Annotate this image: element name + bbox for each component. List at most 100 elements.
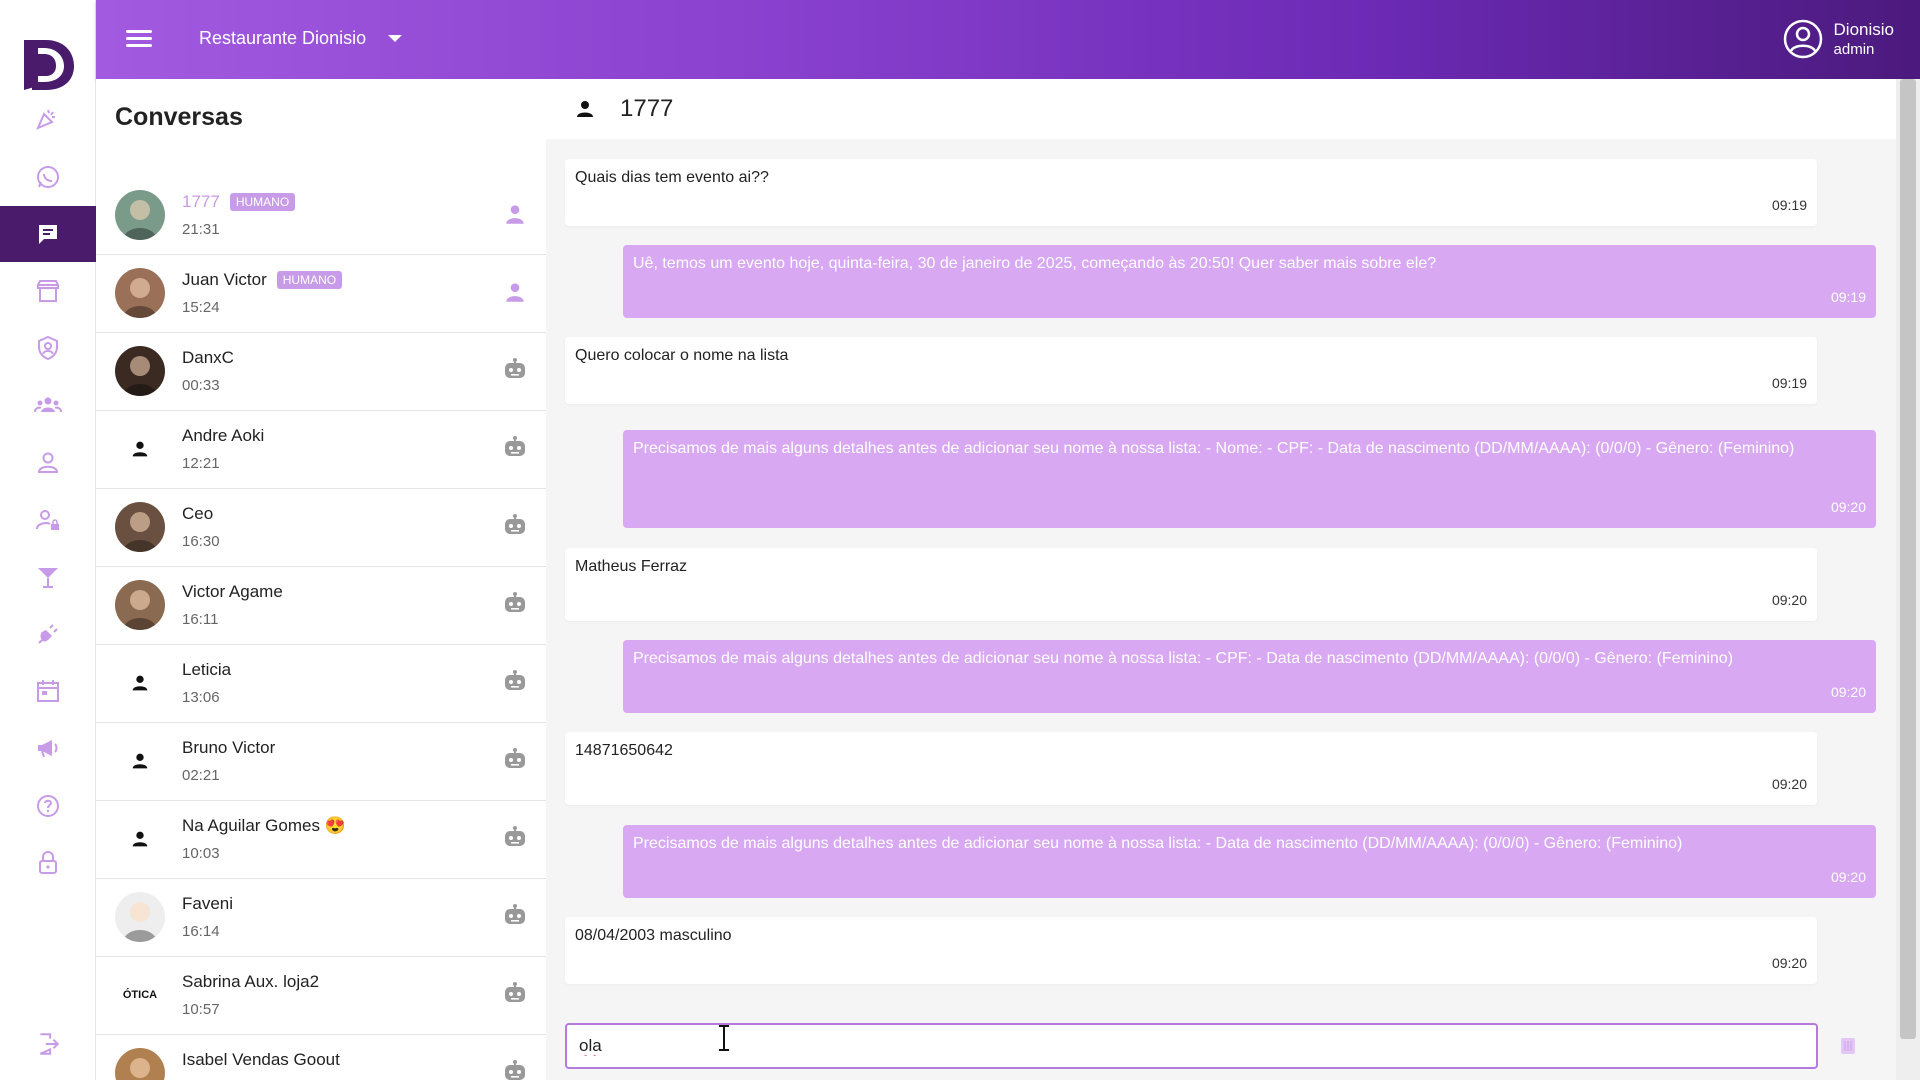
sidebar-item-group[interactable] bbox=[0, 377, 96, 433]
human-mode-icon[interactable] bbox=[502, 279, 528, 305]
account-circle-icon bbox=[1783, 19, 1822, 59]
person-icon bbox=[132, 441, 148, 457]
sidebar-item-shield-user[interactable] bbox=[0, 320, 96, 376]
restaurant-selector[interactable]: Restaurante Dionisio bbox=[199, 28, 403, 49]
bot-mode-icon[interactable] bbox=[502, 825, 528, 851]
sidebar-item-chat[interactable] bbox=[0, 206, 96, 262]
person-icon bbox=[132, 675, 148, 691]
page-scrollbar[interactable] bbox=[1896, 79, 1920, 1080]
conversation-name-text: Juan Victor bbox=[182, 270, 267, 289]
conversation-name-text: Andre Aoki bbox=[182, 426, 265, 445]
avatar bbox=[115, 736, 165, 786]
sidebar-item-whatsapp[interactable] bbox=[0, 149, 96, 205]
conversation-name: Isabel Vendas Goout bbox=[182, 1050, 340, 1070]
sidebar-item-store[interactable] bbox=[0, 263, 96, 319]
conversation-item[interactable]: 1777 HUMANO 21:31 bbox=[96, 177, 546, 255]
top-bar: Restaurante Dionisio Dionisio admin bbox=[96, 0, 1920, 79]
conversation-name: Leticia bbox=[182, 660, 231, 680]
bot-mode-icon[interactable] bbox=[502, 513, 528, 539]
bot-mode-icon[interactable] bbox=[502, 903, 528, 929]
sidebar-item-lock[interactable] bbox=[0, 835, 96, 891]
icon-sidebar bbox=[0, 0, 96, 1080]
status-badge: HUMANO bbox=[276, 271, 343, 289]
bot-mode-icon[interactable] bbox=[502, 591, 528, 617]
conversation-item[interactable]: DanxC 00:33 bbox=[96, 333, 546, 411]
message-text: Precisamos de mais alguns detalhes antes… bbox=[633, 650, 1734, 667]
conversation-time: 10:57 bbox=[182, 1001, 220, 1018]
avatar bbox=[115, 814, 165, 864]
user-menu[interactable]: Dionisio admin bbox=[1782, 18, 1894, 60]
message-time: 09:20 bbox=[1830, 499, 1866, 515]
avatar-logo: ÓTICA bbox=[122, 989, 158, 1001]
conversation-list: 1777 HUMANO 21:31 Juan Victor HUMANO 15:24 Dan… bbox=[96, 177, 546, 1080]
logout-button[interactable] bbox=[0, 1020, 96, 1068]
sidebar-item-person-lock[interactable] bbox=[0, 492, 96, 548]
conversation-name-text: Leticia bbox=[182, 660, 232, 679]
conversation-name-text: DanxC bbox=[182, 348, 234, 367]
conversations-title: Conversas bbox=[115, 103, 243, 131]
conversation-time: 15:24 bbox=[182, 299, 220, 316]
whatsapp-icon bbox=[37, 166, 59, 188]
conversation-item[interactable]: ÓTICA Sabrina Aux. loja2 10:57 bbox=[96, 957, 546, 1035]
conversation-time: 02:21 bbox=[182, 767, 220, 784]
incoming-message: Matheus Ferraz 09:20 bbox=[565, 548, 1817, 621]
chat-contact-name: 1777 bbox=[620, 95, 674, 122]
bot-mode-icon[interactable] bbox=[502, 981, 528, 1007]
message-input-box[interactable] bbox=[565, 1023, 1818, 1069]
conversation-item[interactable]: Na Aguilar Gomes 😍 10:03 bbox=[96, 801, 546, 879]
bot-mode-icon[interactable] bbox=[502, 1059, 528, 1080]
person-icon bbox=[577, 101, 593, 117]
chat-header: 1777 bbox=[546, 79, 1896, 139]
text-cursor-icon bbox=[719, 1025, 729, 1051]
sidebar-item-party-popper[interactable] bbox=[0, 92, 96, 148]
sidebar-item-plug[interactable] bbox=[0, 606, 96, 662]
conversation-item[interactable]: Bruno Victor 02:21 bbox=[96, 723, 546, 801]
chevron-down-icon bbox=[388, 35, 403, 42]
conversation-name-text: Faveni bbox=[182, 894, 234, 913]
conversation-item[interactable]: Ceo 16:30 bbox=[96, 489, 546, 567]
conversation-name-text: Isabel Vendas Goout bbox=[182, 1050, 340, 1069]
conversation-item[interactable]: Faveni 16:14 bbox=[96, 879, 546, 957]
bot-mode-icon[interactable] bbox=[502, 747, 528, 773]
profile-photo bbox=[123, 512, 157, 552]
avatar bbox=[115, 892, 165, 942]
conversation-time: 13:06 bbox=[182, 689, 220, 706]
message-input[interactable] bbox=[567, 1025, 1816, 1067]
conversation-name: Juan Victor HUMANO bbox=[182, 270, 343, 290]
conversation-name: Sabrina Aux. loja2 bbox=[182, 972, 319, 992]
conversation-name-text: Na Aguilar Gomes 😍 bbox=[182, 816, 346, 835]
sidebar-item-cocktail[interactable] bbox=[0, 549, 96, 605]
conversation-time: 10:03 bbox=[182, 845, 220, 862]
profile-photo bbox=[130, 1058, 150, 1078]
send-icon[interactable] bbox=[1840, 1037, 1856, 1055]
outgoing-message: Uê, temos um evento hoje, quinta-feira, … bbox=[623, 245, 1876, 318]
sidebar-item-megaphone[interactable] bbox=[0, 720, 96, 776]
conversation-item[interactable]: Isabel Vendas Goout bbox=[96, 1035, 546, 1080]
bot-mode-icon[interactable] bbox=[502, 435, 528, 461]
person-icon bbox=[132, 753, 148, 769]
hamburger-menu-button[interactable] bbox=[126, 26, 152, 52]
outgoing-message: Precisamos de mais alguns detalhes antes… bbox=[623, 640, 1876, 713]
message-time: 09:20 bbox=[1830, 684, 1866, 700]
outgoing-message: Precisamos de mais alguns detalhes antes… bbox=[623, 430, 1876, 528]
person-lock-icon bbox=[36, 510, 59, 530]
human-mode-icon[interactable] bbox=[502, 201, 528, 227]
chat-panel: 1777 Quais dias tem evento ai?? 09:19 Uê, … bbox=[546, 79, 1896, 1080]
sidebar-item-person[interactable] bbox=[0, 435, 96, 491]
conversation-name-text: Sabrina Aux. loja2 bbox=[182, 972, 320, 991]
incoming-message: Quais dias tem evento ai?? 09:19 bbox=[565, 159, 1817, 226]
shield-user-icon bbox=[38, 335, 58, 361]
sidebar-item-help-chat[interactable] bbox=[0, 778, 96, 834]
party-popper-icon bbox=[36, 109, 55, 130]
conversation-item[interactable]: Leticia 13:06 bbox=[96, 645, 546, 723]
bot-mode-icon[interactable] bbox=[502, 669, 528, 695]
conversation-item[interactable]: Victor Agame 16:11 bbox=[96, 567, 546, 645]
conversation-item[interactable]: Juan Victor HUMANO 15:24 bbox=[96, 255, 546, 333]
conversation-item[interactable]: Andre Aoki 12:21 bbox=[96, 411, 546, 489]
profile-photo bbox=[123, 356, 157, 396]
scrollbar-thumb[interactable] bbox=[1900, 79, 1916, 1039]
conversation-name: Andre Aoki bbox=[182, 426, 264, 446]
sidebar-item-calendar[interactable] bbox=[0, 663, 96, 719]
dionisio-logo[interactable] bbox=[18, 34, 78, 94]
bot-mode-icon[interactable] bbox=[502, 357, 528, 383]
